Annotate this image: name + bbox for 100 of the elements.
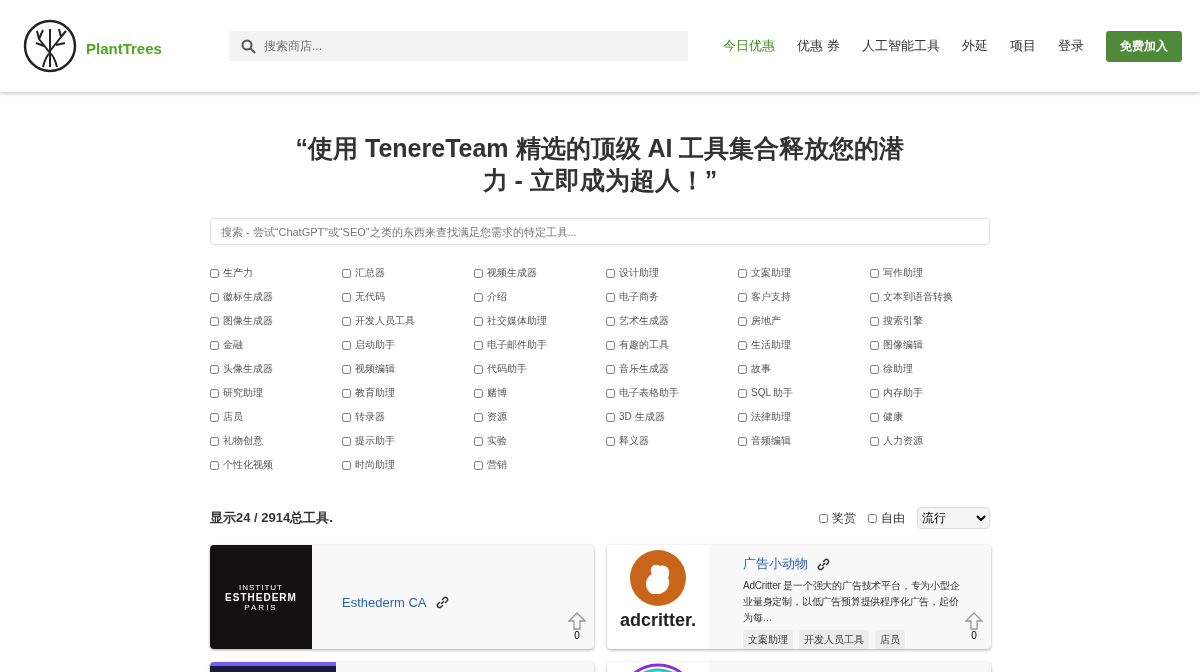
- checkbox[interactable]: [210, 364, 219, 374]
- checkbox[interactable]: [606, 388, 615, 398]
- checkbox-label[interactable]: 文案助理: [751, 266, 791, 280]
- checkbox[interactable]: [738, 412, 747, 422]
- checkbox[interactable]: [738, 316, 747, 326]
- checkbox-label[interactable]: 艺术生成器: [619, 314, 669, 328]
- checkbox[interactable]: [819, 513, 828, 523]
- search-field[interactable]: 搜索商店...: [229, 31, 688, 61]
- checkbox[interactable]: [342, 364, 351, 374]
- checkbox-label[interactable]: 内存助手: [883, 386, 923, 400]
- checkbox-label[interactable]: 房地产: [751, 314, 781, 328]
- checkbox[interactable]: [342, 292, 351, 302]
- checkbox[interactable]: [342, 436, 351, 446]
- nav-link[interactable]: 人工智能工具: [862, 37, 940, 55]
- checkbox-label[interactable]: 健康: [883, 410, 903, 424]
- checkbox[interactable]: [868, 513, 877, 523]
- checkbox-label[interactable]: 开发人员工具: [355, 314, 415, 328]
- checkbox-label[interactable]: 音频编辑: [751, 434, 791, 448]
- checkbox[interactable]: [210, 412, 219, 422]
- checkbox-label[interactable]: 汇总器: [355, 266, 385, 280]
- checkbox-label[interactable]: 音乐生成器: [619, 362, 669, 376]
- checkbox-label[interactable]: 礼物创意: [223, 434, 263, 448]
- checkbox-label[interactable]: 徽标生成器: [223, 290, 273, 304]
- checkbox-label[interactable]: 时尚助理: [355, 458, 395, 472]
- nav-link[interactable]: 外延: [962, 37, 988, 55]
- checkbox-label[interactable]: 3D 生成器: [619, 410, 665, 424]
- checkbox-label[interactable]: 图像编辑: [883, 338, 923, 352]
- search-field[interactable]: 搜索 - 尝试“ChatGPT”或“SEO”之类的东西来查找满足您需求的特定工具...: [210, 218, 990, 245]
- checkbox[interactable]: [738, 340, 747, 350]
- checkbox[interactable]: [210, 316, 219, 326]
- checkbox[interactable]: [342, 316, 351, 326]
- upvote-button[interactable]: 0: [568, 612, 586, 641]
- checkbox[interactable]: [210, 436, 219, 446]
- checkbox[interactable]: [606, 340, 615, 350]
- checkbox[interactable]: [474, 388, 483, 398]
- checkbox-label[interactable]: 启动助手: [355, 338, 395, 352]
- checkbox-label[interactable]: 生产力: [223, 266, 253, 280]
- checkbox-label[interactable]: 设计助理: [619, 266, 659, 280]
- checkbox[interactable]: [870, 292, 879, 302]
- checkbox-label[interactable]: 写作助理: [883, 266, 923, 280]
- checkbox[interactable]: [342, 340, 351, 350]
- tag-chip[interactable]: 店员: [875, 630, 905, 649]
- checkbox-label[interactable]: 赌博: [487, 386, 507, 400]
- checkbox-label[interactable]: 营销: [487, 458, 507, 472]
- checkbox[interactable]: [606, 292, 615, 302]
- checkbox-label[interactable]: 金融: [223, 338, 243, 352]
- tag-chip[interactable]: 开发人员工具: [799, 630, 869, 649]
- checkbox-label[interactable]: 图像生成器: [223, 314, 273, 328]
- tool-name-link[interactable]: 广告小动物: [743, 555, 808, 573]
- checkbox[interactable]: [870, 436, 879, 446]
- tool-name-link[interactable]: Esthederm CA: [342, 594, 427, 610]
- join-button[interactable]: 免费加入: [1106, 30, 1182, 62]
- checkbox-label[interactable]: 电子商务: [619, 290, 659, 304]
- checkbox-label[interactable]: 自由: [881, 509, 905, 527]
- checkbox[interactable]: [474, 364, 483, 374]
- checkbox[interactable]: [738, 292, 747, 302]
- checkbox[interactable]: [474, 268, 483, 278]
- checkbox-label[interactable]: 代码助手: [487, 362, 527, 376]
- checkbox-label[interactable]: 释义器: [619, 434, 649, 448]
- checkbox[interactable]: [342, 268, 351, 278]
- checkbox-label[interactable]: 转录器: [355, 410, 385, 424]
- checkbox[interactable]: [342, 412, 351, 422]
- checkbox-label[interactable]: 法律助理: [751, 410, 791, 424]
- checkbox[interactable]: [870, 340, 879, 350]
- checkbox[interactable]: [474, 292, 483, 302]
- checkbox-label[interactable]: 电子表格助手: [619, 386, 679, 400]
- checkbox-label[interactable]: 奖赏: [832, 509, 856, 527]
- checkbox-label[interactable]: 故事: [751, 362, 771, 376]
- checkbox-label[interactable]: 徐助理: [883, 362, 913, 376]
- checkbox-label[interactable]: 个性化视频: [223, 458, 273, 472]
- checkbox[interactable]: [738, 436, 747, 446]
- nav-link[interactable]: 优惠 券: [797, 37, 840, 55]
- checkbox[interactable]: [606, 316, 615, 326]
- checkbox[interactable]: [870, 364, 879, 374]
- checkbox-label[interactable]: 生活助理: [751, 338, 791, 352]
- checkbox[interactable]: [474, 316, 483, 326]
- checkbox-label[interactable]: 研究助理: [223, 386, 263, 400]
- checkbox-label[interactable]: 视频生成器: [487, 266, 537, 280]
- checkbox-label[interactable]: 无代码: [355, 290, 385, 304]
- checkbox[interactable]: [738, 388, 747, 398]
- nav-link[interactable]: 项目: [1010, 37, 1036, 55]
- checkbox-label[interactable]: 有趣的工具: [619, 338, 669, 352]
- checkbox[interactable]: [210, 268, 219, 278]
- checkbox[interactable]: [210, 460, 219, 470]
- checkbox[interactable]: [606, 436, 615, 446]
- checkbox[interactable]: [210, 292, 219, 302]
- checkbox[interactable]: [342, 460, 351, 470]
- checkbox[interactable]: [474, 340, 483, 350]
- checkbox-label[interactable]: 文本到语音转换: [883, 290, 953, 304]
- checkbox[interactable]: [474, 460, 483, 470]
- checkbox[interactable]: [210, 388, 219, 398]
- checkbox-label[interactable]: 实验: [487, 434, 507, 448]
- sort-dropdown[interactable]: 流行: [917, 507, 990, 529]
- checkbox[interactable]: [738, 268, 747, 278]
- checkbox[interactable]: [210, 340, 219, 350]
- tag-chip[interactable]: 文案助理: [743, 630, 793, 649]
- checkbox-label[interactable]: SQL 助手: [751, 386, 794, 400]
- checkbox-label[interactable]: 介绍: [487, 290, 507, 304]
- checkbox[interactable]: [870, 268, 879, 278]
- checkbox-label[interactable]: 视频编辑: [355, 362, 395, 376]
